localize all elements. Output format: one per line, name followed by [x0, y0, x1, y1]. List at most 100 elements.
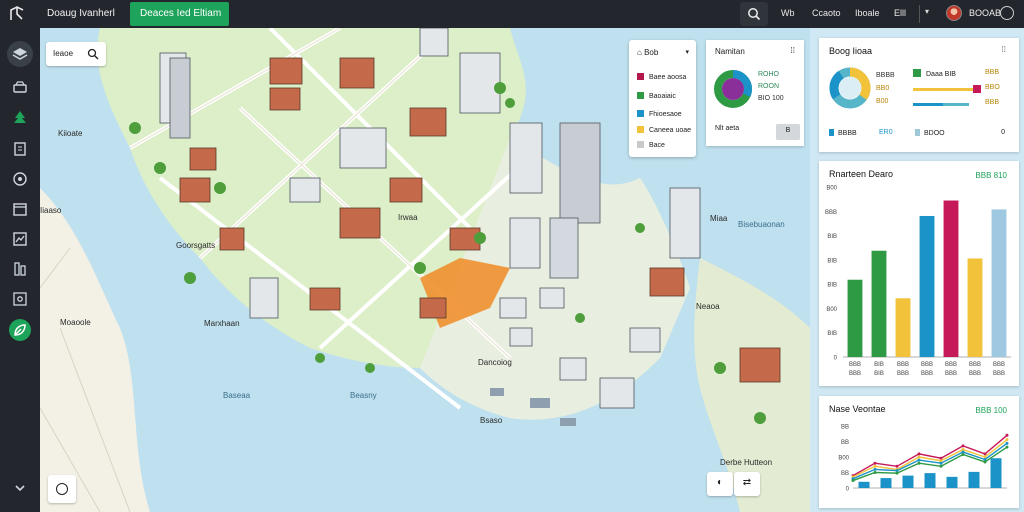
- y-tick-label: BIB: [827, 258, 837, 264]
- brush-icon: ◐: [716, 477, 724, 488]
- layer-panel-title: ⌂ Bob: [637, 48, 659, 57]
- x-tick-label: BBB: [993, 362, 1005, 368]
- leaf-button[interactable]: [9, 319, 31, 341]
- user-settings-icon[interactable]: [1000, 6, 1014, 20]
- y-tick-label: BIB: [827, 234, 837, 240]
- bar: [902, 475, 914, 488]
- map-label: Dancoiog: [478, 358, 512, 367]
- series-point: [873, 461, 877, 465]
- summary-title: Namitan: [715, 47, 745, 56]
- distribution-panel: Boog Iioaa ⁞⁞ BBBB BB0 B00 Daaa BIB BBB …: [819, 38, 1019, 152]
- y-tick-label: 0: [846, 487, 850, 493]
- layers-icon[interactable]: [10, 44, 30, 64]
- primary-action-button[interactable]: Deaces Ied Eltiam: [130, 2, 229, 26]
- summary-button[interactable]: B: [776, 124, 800, 140]
- top-link-3[interactable]: Iboale: [855, 8, 880, 18]
- bar: [967, 258, 983, 357]
- map-search-label: Ieaoe: [53, 49, 74, 58]
- summary-widget: Namitan ⁞⁞ ROHO ROON BIO 100 Nlt aeta B: [706, 40, 804, 146]
- close-icon[interactable]: ⁞⁞: [791, 46, 795, 55]
- layer-row[interactable]: Baee aoosa: [637, 73, 686, 81]
- top-link-2[interactable]: Ccaoto: [812, 8, 841, 18]
- city-map[interactable]: Ieaoe Kiioate Iiaaso Goorsgatts Irwaa Mo…: [40, 28, 810, 512]
- locate-button[interactable]: [48, 475, 76, 503]
- map-label: Marxhaan: [204, 319, 240, 328]
- legend-value: BBO: [985, 84, 1000, 91]
- x-tick-label: BBB: [921, 362, 933, 368]
- layer-panel[interactable]: ⌂ Bob ▾ Baee aoosa Baoaiaic Fhioesaoe Ca…: [629, 40, 696, 157]
- more-icon[interactable]: ⁞⁞: [1002, 45, 1006, 54]
- layer-row[interactable]: Bace: [637, 141, 665, 149]
- map-label: Iiaaso: [40, 206, 62, 215]
- stat-item: BDOO: [915, 129, 945, 137]
- x-tick-label: BBB: [993, 371, 1005, 377]
- y-tick-label: BB: [841, 425, 849, 431]
- layer-row[interactable]: Caneea uoae: [637, 126, 691, 134]
- map-label: Goorsgatts: [176, 241, 216, 250]
- avatar[interactable]: [946, 5, 962, 21]
- chevron-down-icon[interactable]: [10, 478, 30, 498]
- bar: [880, 478, 892, 488]
- series-point: [895, 471, 899, 475]
- legend-value: BBB: [985, 69, 1000, 76]
- series-point: [917, 461, 921, 465]
- building-icon[interactable]: [10, 259, 30, 279]
- series-point: [895, 464, 899, 468]
- globe-icon[interactable]: [10, 169, 30, 189]
- series-point: [939, 464, 943, 468]
- stat-value: ER0: [879, 129, 893, 136]
- document-icon[interactable]: [10, 139, 30, 159]
- series-point: [873, 471, 877, 474]
- x-tick-label: BBB: [897, 362, 909, 368]
- summary-value: BIO 100: [758, 95, 784, 102]
- map-search-input[interactable]: Ieaoe: [46, 42, 106, 66]
- series-point: [917, 452, 921, 456]
- series-point: [939, 461, 943, 465]
- summary-value: ROON: [758, 83, 779, 90]
- bar: [991, 209, 1007, 357]
- layer-swatch: [637, 92, 644, 99]
- y-tick-label: BIB: [827, 283, 837, 289]
- legend-swatch: [973, 85, 981, 93]
- x-tick-label: BBB: [969, 371, 981, 377]
- stat-swatch: [915, 129, 920, 136]
- chevron-down-icon[interactable]: ▾: [685, 48, 689, 56]
- calendar-icon[interactable]: [10, 199, 30, 219]
- line-chart-panel: Nase Veontae BBB 100 0 BB B00 BB BB: [819, 396, 1019, 508]
- line-chart: 0 BB B00 BB BB: [838, 425, 1009, 493]
- series-point: [983, 460, 987, 464]
- chevron-down-icon[interactable]: ▾: [925, 7, 929, 16]
- sidebar: [0, 28, 40, 512]
- zoom-out-button[interactable]: ⇄: [734, 472, 760, 496]
- bar: [919, 215, 935, 357]
- legend-value: BBB: [985, 99, 1000, 106]
- top-link-4[interactable]: Elll: [894, 8, 906, 18]
- legend-bar: [913, 88, 973, 91]
- user-name[interactable]: BOOAB: [969, 8, 1001, 18]
- series-point: [851, 479, 855, 483]
- top-link-1[interactable]: Wb: [781, 8, 795, 18]
- x-tick-label: BIB: [874, 362, 884, 368]
- bar: [847, 279, 863, 357]
- summary-donut: [714, 70, 752, 108]
- search-button[interactable]: [740, 2, 768, 26]
- chart-icon[interactable]: [10, 229, 30, 249]
- series-point: [873, 464, 877, 468]
- car-icon[interactable]: [10, 78, 30, 98]
- app-logo-icon[interactable]: [8, 5, 26, 23]
- y-tick-label: BIB: [827, 331, 837, 337]
- y-tick-label: BB: [841, 440, 849, 446]
- layer-row[interactable]: Baoaiaic: [637, 92, 676, 100]
- x-tick-label: BBB: [849, 362, 861, 368]
- series-point: [1005, 438, 1009, 442]
- series-point: [1005, 433, 1009, 437]
- map-pin-icon[interactable]: [10, 289, 30, 309]
- leaf-icon: [14, 324, 26, 336]
- layer-row[interactable]: Fhioesaoe: [637, 110, 682, 118]
- bar-chart-panel: Rnarteen Dearo BBB 810 0 BIB B00 BIB BIB BIB B…: [819, 161, 1019, 386]
- donut-label: B00: [876, 98, 889, 105]
- series-line: [852, 439, 1008, 478]
- tree-icon[interactable]: [10, 108, 30, 128]
- zoom-in-button[interactable]: ◐: [707, 472, 733, 496]
- y-tick-label: 0: [834, 356, 838, 362]
